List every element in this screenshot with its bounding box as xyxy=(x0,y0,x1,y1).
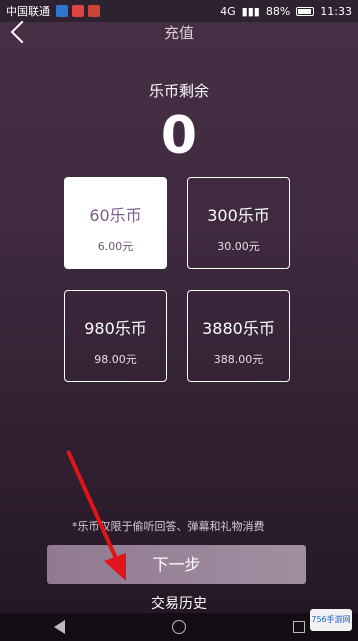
option-name: 980乐币 xyxy=(84,319,147,338)
transaction-history-link[interactable]: 交易历史 xyxy=(0,593,358,613)
nav-back-icon[interactable] xyxy=(53,620,65,634)
nav-home-icon[interactable] xyxy=(171,620,186,634)
notification-icon xyxy=(88,5,100,17)
signal-icon: ▮▮▮ xyxy=(241,4,260,18)
notification-icon xyxy=(56,5,68,17)
carrier-label: 中国联通 xyxy=(6,5,50,18)
page-title: 充值 xyxy=(163,24,194,42)
option-price: 388.00元 xyxy=(213,353,264,366)
network-label: 4G xyxy=(220,4,236,18)
option-name: 300乐币 xyxy=(207,206,270,225)
coin-option-980[interactable]: 980乐币 98.00元 xyxy=(64,290,167,382)
header: 充值 xyxy=(0,20,358,52)
system-nav-bar xyxy=(0,613,358,641)
balance-label: 乐币剩余 xyxy=(148,82,209,100)
option-name: 3880乐币 xyxy=(202,319,275,338)
coin-option-60[interactable]: 60乐币 6.00元 xyxy=(64,177,167,269)
screen: 中国联通 4G ▮▮▮ 88% 11:33 充值 乐币剩余 0 60乐币 6.0… xyxy=(0,0,358,641)
balance-value: 0 xyxy=(160,106,198,166)
status-bar: 中国联通 4G ▮▮▮ 88% 11:33 xyxy=(0,0,358,22)
coin-option-300[interactable]: 300乐币 30.00元 xyxy=(187,177,290,269)
battery-icon xyxy=(296,6,315,16)
option-name: 60乐币 xyxy=(89,206,142,225)
option-price: 6.00元 xyxy=(97,240,134,253)
watermark-logo: 756手游网 xyxy=(310,609,352,631)
coin-option-3880[interactable]: 3880乐币 388.00元 xyxy=(187,290,290,382)
option-price: 30.00元 xyxy=(217,240,260,253)
time-label: 11:33 xyxy=(320,4,352,18)
battery-label: 88% xyxy=(265,4,291,18)
option-price: 98.00元 xyxy=(94,353,137,366)
notification-icon xyxy=(72,5,84,17)
red-arrow-annotation xyxy=(66,450,126,581)
nav-recent-icon[interactable] xyxy=(292,621,305,633)
